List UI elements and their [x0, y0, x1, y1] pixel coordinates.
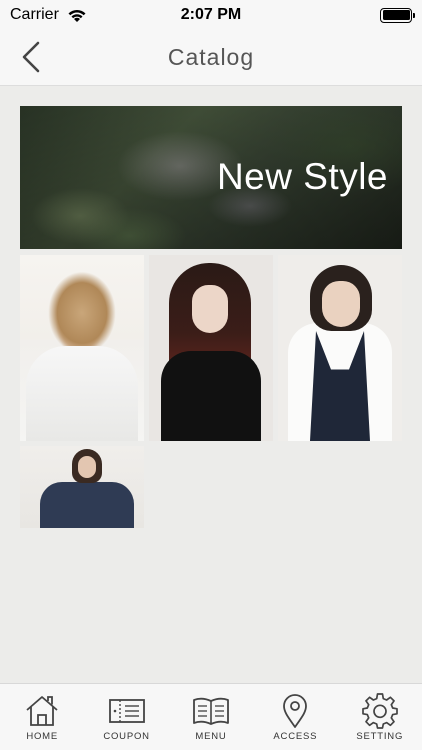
tab-label: MENU: [195, 731, 227, 742]
tab-home[interactable]: HOME: [0, 684, 84, 742]
tab-label: HOME: [26, 731, 59, 742]
home-icon: [26, 696, 58, 726]
photo-face: [192, 285, 228, 333]
catalog-item-photo[interactable]: [278, 255, 402, 441]
battery-icon: [380, 7, 415, 23]
coupon-icon: [108, 699, 145, 723]
catalog-item-photo[interactable]: [20, 446, 144, 528]
tab-label: ACCESS: [273, 731, 318, 742]
photo-figure: [161, 351, 261, 441]
tab-coupon[interactable]: COUPON: [85, 684, 169, 742]
catalog-item-photo[interactable]: [149, 255, 273, 441]
catalog-content[interactable]: New Style: [0, 86, 422, 683]
tab-access[interactable]: ACCESS: [253, 684, 337, 742]
tab-label: SETTING: [356, 731, 404, 742]
catalog-item-photo[interactable]: [20, 255, 144, 441]
tab-label: COUPON: [103, 731, 150, 742]
tab-menu[interactable]: MENU: [169, 684, 253, 742]
page-title: Catalog: [167, 44, 255, 70]
status-left: Carrier: [10, 6, 87, 24]
navigation-bar: Catalog: [0, 30, 422, 86]
photo-figure: [26, 346, 138, 441]
carrier-label: Carrier: [10, 6, 59, 23]
banner-title: New Style: [216, 156, 388, 197]
back-button[interactable]: [14, 40, 48, 74]
new-style-banner[interactable]: New Style: [20, 106, 402, 249]
photo-figure: [40, 482, 134, 528]
tab-bar: HOME COUPON MENU ACCESS SETTING: [0, 683, 422, 750]
map-pin-icon: [283, 694, 308, 728]
gear-icon: [361, 693, 398, 729]
photo-face: [78, 456, 96, 478]
photo-face: [322, 281, 360, 327]
menu-book-icon: [193, 697, 229, 725]
status-bar: Carrier 2:07 PM: [0, 0, 422, 30]
wifi-icon: [68, 9, 86, 22]
chevron-left-icon: [22, 41, 40, 73]
tab-setting[interactable]: SETTING: [338, 684, 422, 742]
battery-fill: [382, 10, 410, 20]
